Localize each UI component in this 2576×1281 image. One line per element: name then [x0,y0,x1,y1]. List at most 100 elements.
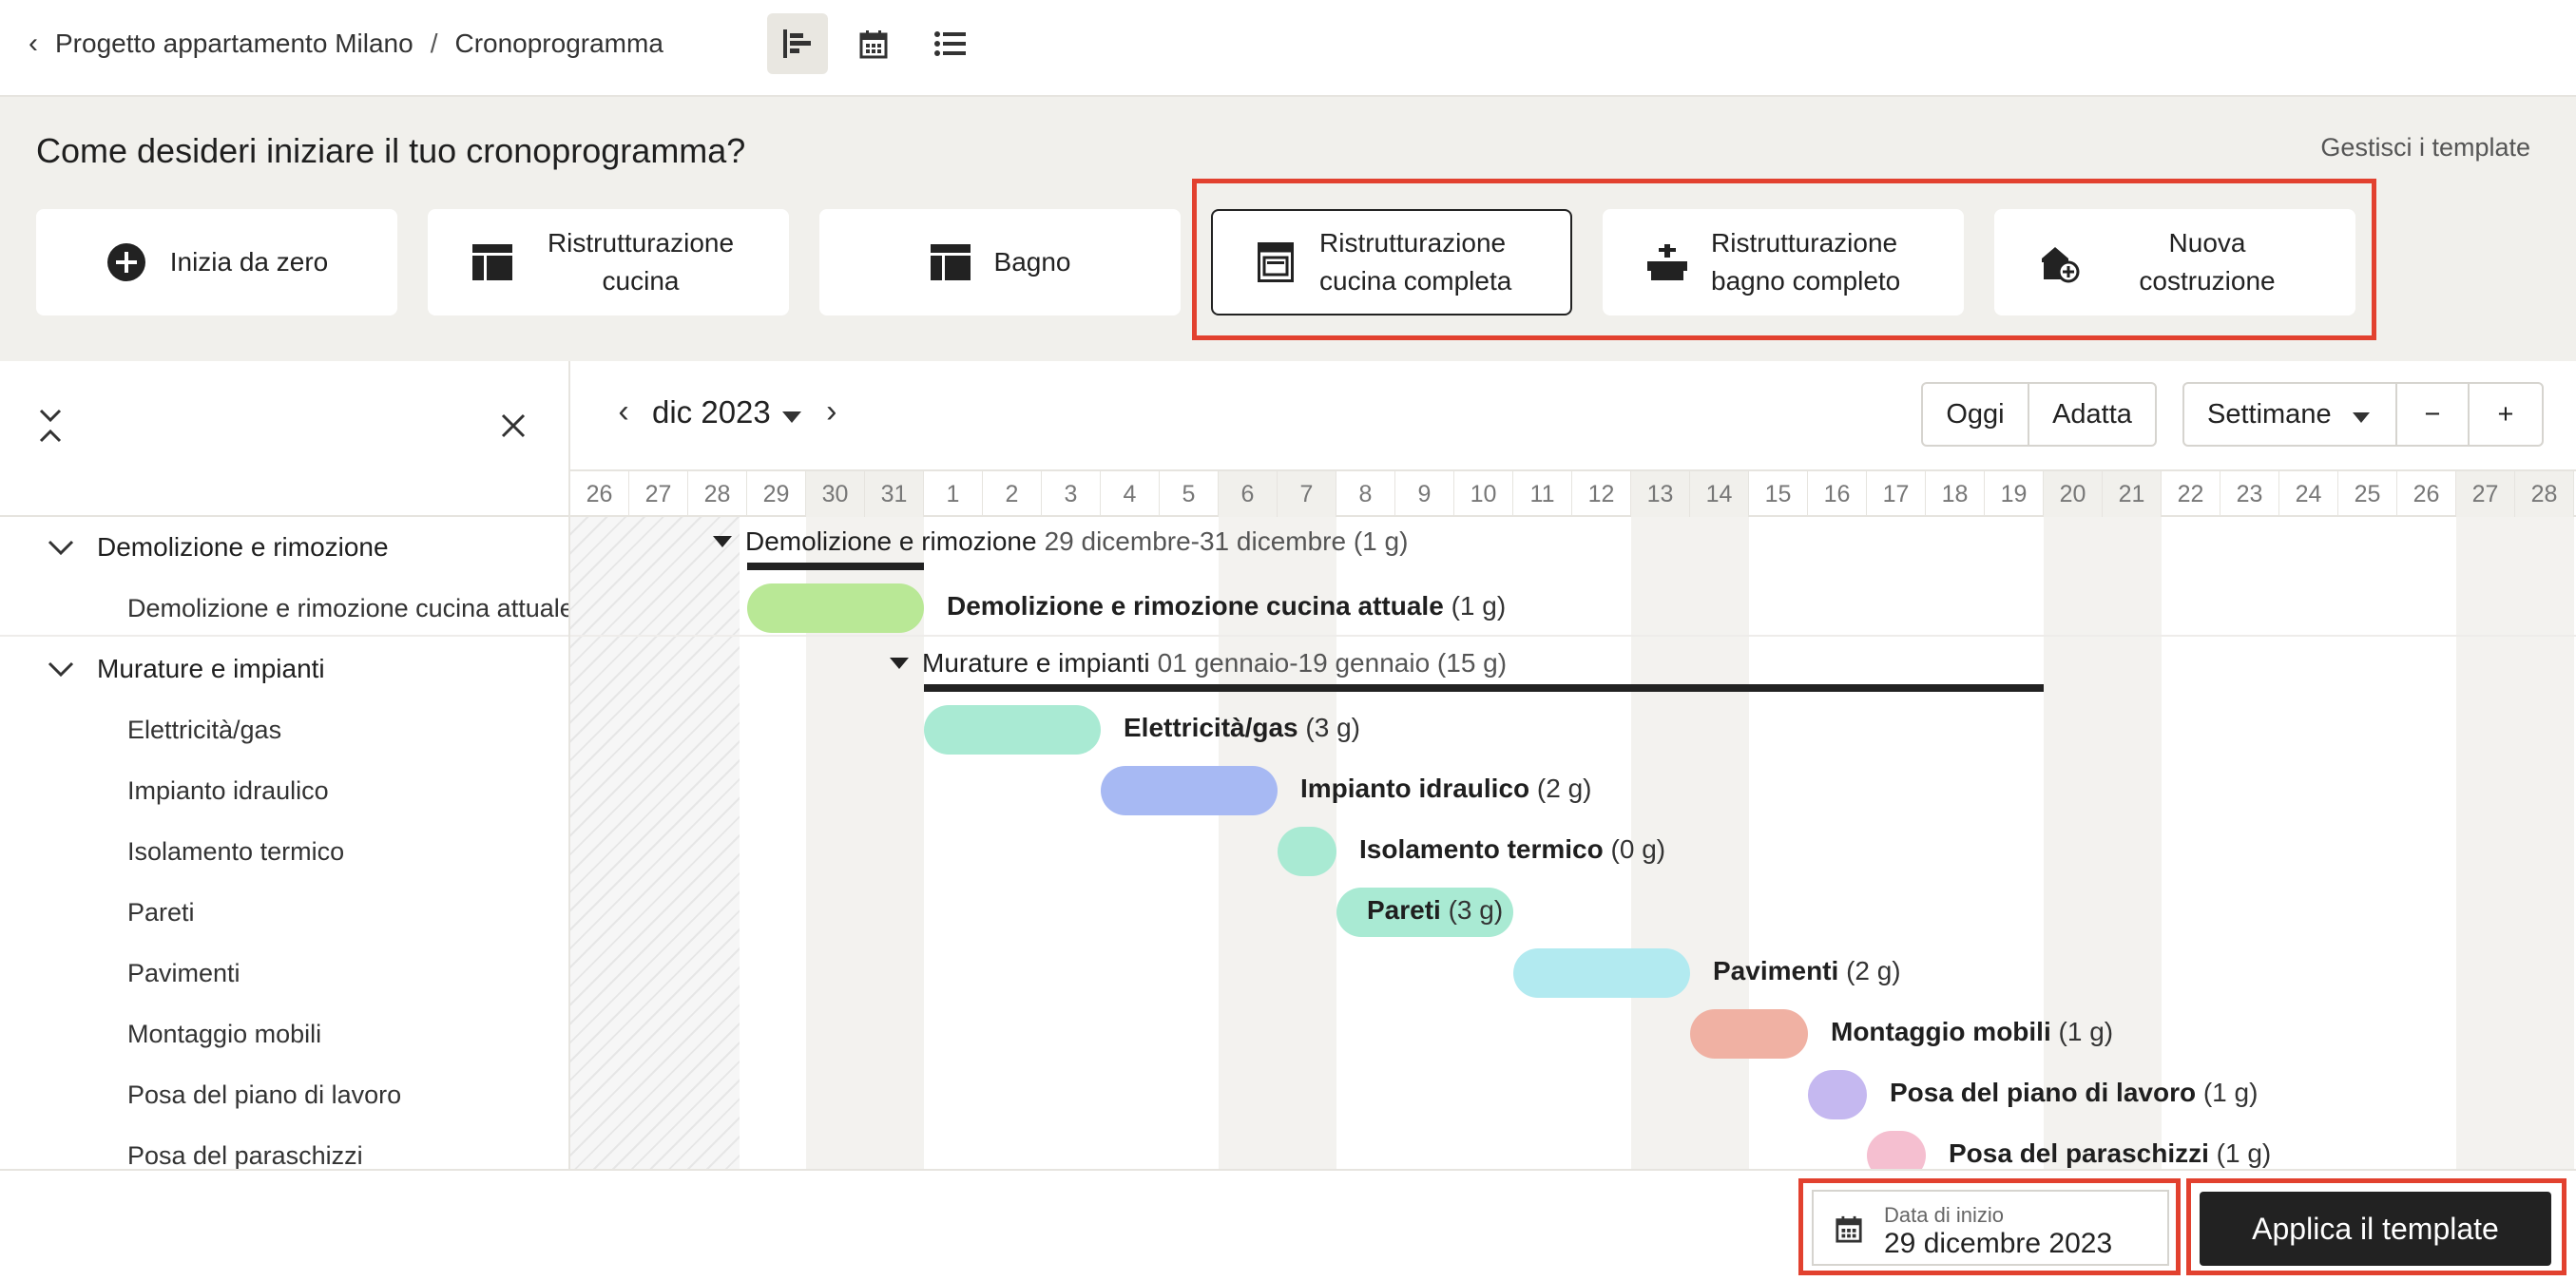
collapse-all-icon[interactable] [36,407,65,449]
gantt-task-bar[interactable] [1808,1070,1867,1119]
gantt-group-label[interactable]: Murature e impianti 01 gennaio-19 gennaio… [890,648,1507,679]
gantt-task-duration: (2 g) [1846,956,1901,985]
scale-select[interactable]: Settimane [2182,382,2397,447]
task-row[interactable]: Montaggio mobili [0,1004,568,1064]
gantt-task-bar[interactable] [1513,948,1690,998]
gantt-group-range: 01 gennaio-19 gennaio (15 g) [1157,648,1508,678]
list-view-button[interactable] [919,13,980,74]
date-cell: 2 [983,471,1042,517]
layout-icon [930,241,971,283]
calendar-view-button[interactable] [843,13,904,74]
date-cell: 25 [2338,471,2397,517]
close-icon[interactable] [500,412,527,444]
template-card-new-construction[interactable]: Nuova costruzione [1994,209,2355,315]
today-button[interactable]: Oggi [1921,382,2029,447]
manage-templates-link[interactable]: Gestisci i template [2320,133,2530,163]
gantt-task-duration: (3 g) [1305,713,1360,742]
gantt-task-name: Posa del paraschizzi [1949,1138,2217,1168]
gantt-task-duration: (1 g) [2202,1078,2259,1107]
plus-circle-icon [106,241,147,283]
task-group-label: Demolizione e rimozione [97,532,389,562]
task-row[interactable]: Posa del piano di lavoro [0,1064,568,1125]
date-cell: 6 [1219,471,1278,517]
task-label: Elettricità/gas [127,715,282,744]
gantt-task-label: Impianto idraulico (2 g) [1300,774,1592,804]
weekend-column [1690,517,1749,1169]
zoom-in-button[interactable]: + [2468,382,2544,447]
date-cell: 13 [1631,471,1690,517]
task-row[interactable]: Pavimenti [0,943,568,1004]
gantt-task-bar[interactable] [924,705,1101,755]
task-label: Impianto idraulico [127,775,329,805]
gantt-task-bar[interactable] [1101,766,1278,815]
date-cell: 4 [1101,471,1160,517]
chevron-down-icon[interactable] [48,539,86,556]
gantt-task-bar[interactable] [1278,827,1336,876]
task-group-demolition[interactable]: Demolizione e rimozione [0,517,568,578]
weekend-column [2515,517,2574,1169]
date-cell: 21 [2103,471,2162,517]
caret-down-icon[interactable] [890,658,909,669]
task-row[interactable]: Posa del paraschizzi [0,1125,568,1170]
date-cell: 29 [747,471,806,517]
gantt-chart: ‹ dic 2023 › Oggi Adatta Settimane − + 2… [570,361,2576,1169]
template-card-full-kitchen[interactable]: Ristrutturazione cucina completa [1211,209,1572,315]
gantt-task-duration: (3 g) [1448,895,1504,925]
task-label: Demolizione e rimozione cucina attuale [127,593,570,622]
gantt-task-duration: (2 g) [1536,774,1592,803]
date-cell: 30 [806,471,865,517]
caret-down-icon[interactable] [781,394,801,430]
apply-template-button[interactable]: Applica il template [2200,1192,2551,1266]
start-date-field[interactable]: Data di inizio 29 dicembre 2023 [1812,1190,2169,1266]
chevron-left-icon[interactable]: ‹ [608,393,639,430]
task-row[interactable]: Pareti [0,882,568,943]
template-card-kitchen[interactable]: Ristrutturazione cucina [428,209,789,315]
calendar-icon [859,30,888,59]
task-group-masonry[interactable]: Murature e impianti [0,639,568,699]
task-label: Posa del piano di lavoro [127,1080,402,1109]
sink-icon [1646,241,1688,283]
date-cell: 20 [2044,471,2103,517]
date-cell: 14 [1690,471,1749,517]
gantt-task-name: Demolizione e rimozione cucina attuale [947,591,1451,621]
month-label[interactable]: dic 2023 [652,394,771,430]
chevron-down-icon[interactable] [48,660,86,678]
breadcrumb-project[interactable]: Progetto appartamento Milano [55,29,413,59]
footer-bar: Data di inizio 29 dicembre 2023 Applica … [0,1169,2576,1281]
back-chevron-icon[interactable]: ‹ [29,28,38,60]
gantt-task-bar[interactable] [747,583,924,633]
task-label: Posa del paraschizzi [127,1140,363,1170]
calendar-icon [1835,1214,1863,1248]
gantt-task-name: Posa del piano di lavoro [1890,1078,2203,1107]
template-card-bathroom[interactable]: Bagno [819,209,1181,315]
weekend-column [2456,517,2515,1169]
fit-button[interactable]: Adatta [2028,382,2157,447]
task-row[interactable]: Impianto idraulico [0,760,568,821]
task-row[interactable]: Demolizione e rimozione cucina attuale [0,578,570,639]
gantt-task-bar[interactable] [1867,1131,1926,1169]
date-cell: 18 [1926,471,1985,517]
task-row[interactable]: Isolamento termico [0,821,568,882]
date-cell: 19 [1985,471,2044,517]
past-days-hatch [570,517,740,1169]
template-card-label: Nuova costruzione [2139,228,2276,296]
date-cell: 7 [1278,471,1336,517]
template-panel-title: Come desideri iniziare il tuo cronoprogr… [36,131,746,170]
caret-down-icon[interactable] [713,536,732,547]
gantt-toolbar: ‹ dic 2023 › Oggi Adatta Settimane − + [570,361,2576,469]
date-cell: 16 [1808,471,1867,517]
gantt-group-name: Demolizione e rimozione [745,526,1037,556]
template-card-label: Ristrutturazione cucina [547,228,735,296]
gantt-task-bar[interactable] [1690,1009,1808,1059]
start-date-label: Data di inizio [1884,1203,2004,1227]
gantt-task-label: Posa del paraschizzi (1 g) [1949,1138,2271,1169]
zoom-out-button[interactable]: − [2395,382,2470,447]
list-icon [934,31,966,56]
chevron-right-icon[interactable]: › [817,393,847,430]
gantt-group-label[interactable]: Demolizione e rimozione 29 dicembre-31 di… [713,526,1408,557]
template-card-start-from-scratch[interactable]: Inizia da zero [36,209,397,315]
date-cell: 3 [1042,471,1101,517]
template-card-full-bathroom[interactable]: Ristrutturazione bagno completo [1603,209,1964,315]
gantt-view-button[interactable] [767,13,828,74]
task-row[interactable]: Elettricità/gas [0,699,568,760]
